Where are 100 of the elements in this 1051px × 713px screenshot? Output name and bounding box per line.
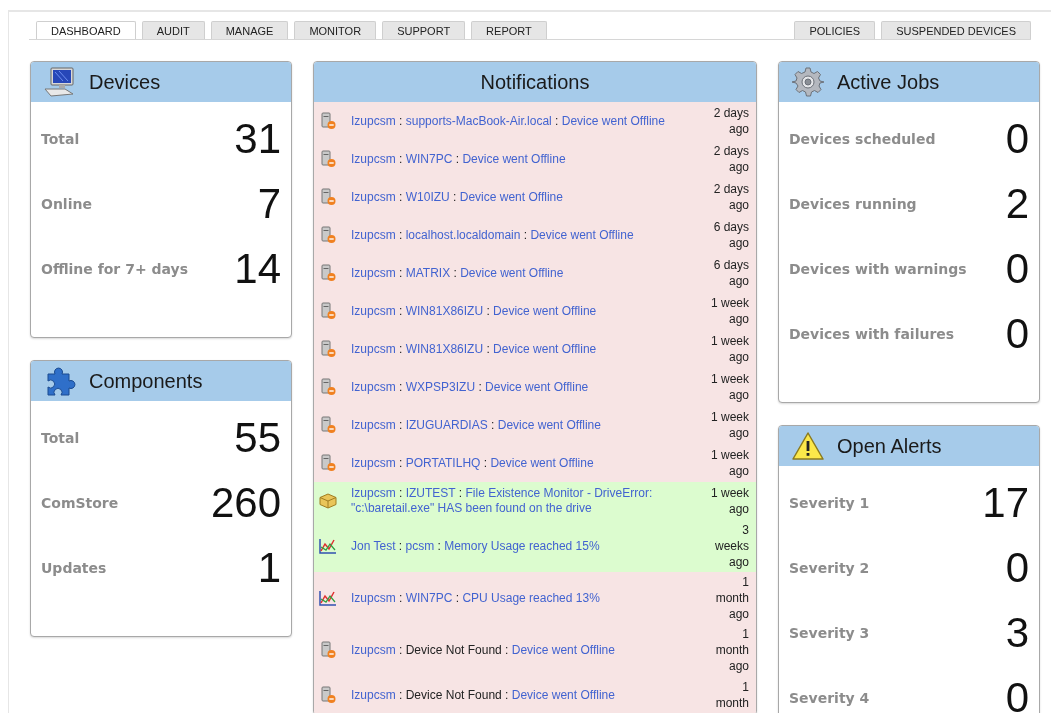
tab[interactable]: POLICIES bbox=[794, 21, 876, 39]
notification-row[interactable]: Izupcsm : PORTATILHQ : Device went Offline 1 week ago bbox=[314, 444, 756, 482]
notification-time: 2 days ago bbox=[712, 143, 749, 175]
package-icon bbox=[319, 493, 337, 509]
notification-time: 1 week ago bbox=[709, 485, 749, 517]
stat-label: Devices scheduled bbox=[789, 130, 936, 147]
notification-time: 1 month ago bbox=[714, 574, 749, 622]
stat-label: ComStore bbox=[41, 494, 119, 511]
notification-row[interactable]: Izupcsm : WIN81X86IZU : Device went Offline 1 week ago bbox=[314, 292, 756, 330]
notification-link[interactable]: Izupcsm : IZUGUARDIAS : Device went Offline bbox=[351, 417, 693, 433]
stat-value: 0 bbox=[1005, 543, 1029, 592]
stat-value: 3 bbox=[1005, 608, 1029, 657]
notification-time: 1 week ago bbox=[709, 295, 749, 327]
notification-time: 2 days ago bbox=[712, 181, 749, 213]
tab[interactable]: SUSPENDED DEVICES bbox=[881, 21, 1031, 39]
panel-title: Notifications bbox=[480, 70, 590, 94]
gear-icon bbox=[791, 66, 825, 98]
stat-label: Online bbox=[41, 195, 92, 212]
server-offline-icon bbox=[319, 112, 337, 130]
monitor-icon bbox=[43, 67, 77, 97]
stat-value: 0 bbox=[1005, 244, 1029, 293]
notification-time: 6 days ago bbox=[712, 219, 749, 251]
tab[interactable]: MONITOR bbox=[294, 21, 377, 39]
stat-label: Severity 3 bbox=[789, 624, 870, 641]
tab[interactable]: DASHBOARD bbox=[36, 21, 136, 39]
tab[interactable]: SUPPORT bbox=[382, 21, 466, 39]
notification-link[interactable]: Izupcsm : W10IZU : Device went Offline bbox=[351, 189, 693, 205]
stat-value: 260 bbox=[210, 478, 281, 527]
notification-link[interactable]: Jon Test : pcsm : Memory Usage reached 15% bbox=[351, 538, 693, 554]
notification-time: 1 week ago bbox=[709, 447, 749, 479]
stat-label: Offline for 7+ days bbox=[41, 260, 188, 277]
stat-value: 0 bbox=[1005, 309, 1029, 358]
notification-row[interactable]: Izupcsm : IZUGUARDIAS : Device went Offline 1 week ago bbox=[314, 406, 756, 444]
notification-row[interactable]: Izupcsm : Device Not Found : Device went Offline 1 month ago bbox=[314, 624, 756, 676]
notification-row[interactable]: Izupcsm : WIN81X86IZU : Device went Offline 1 week ago bbox=[314, 330, 756, 368]
notification-link[interactable]: Izupcsm : IZUTEST : File Existence Monitor - DriveError: "c:\baretail.exe" HAS been found on the drive bbox=[351, 486, 693, 516]
server-offline-icon bbox=[319, 150, 337, 168]
server-offline-icon bbox=[319, 641, 337, 659]
server-offline-icon bbox=[319, 226, 337, 244]
chart-icon bbox=[319, 538, 337, 554]
server-offline-icon bbox=[319, 454, 337, 472]
notification-time: 1 month ago bbox=[714, 626, 749, 674]
notification-link[interactable]: Izupcsm : WIN7PC : Device went Offline bbox=[351, 151, 693, 167]
stat-label: Severity 4 bbox=[789, 689, 870, 706]
server-offline-icon bbox=[319, 378, 337, 396]
notification-link[interactable]: Izupcsm : supports-MacBook-Air.local : Device went Offline bbox=[351, 113, 693, 129]
stat-value: 0 bbox=[1005, 114, 1029, 163]
stat-label: Total bbox=[41, 429, 80, 446]
stat-label: Updates bbox=[41, 559, 107, 576]
panel-title: Open Alerts bbox=[837, 434, 942, 458]
server-offline-icon bbox=[319, 188, 337, 206]
panel-title: Components bbox=[89, 369, 203, 393]
notification-link[interactable]: Izupcsm : WIN7PC : CPU Usage reached 13% bbox=[351, 590, 693, 606]
notification-row[interactable]: Izupcsm : WIN7PC : CPU Usage reached 13% 1 month ago bbox=[314, 572, 756, 624]
notification-row[interactable]: Izupcsm : Device Not Found : Device went Offline 1 month bbox=[314, 676, 756, 713]
warning-icon bbox=[791, 431, 825, 461]
notification-row[interactable]: Izupcsm : W10IZU : Device went Offline 2 days ago bbox=[314, 178, 756, 216]
stat-label: Total bbox=[41, 130, 80, 147]
stat-value: 7 bbox=[257, 179, 281, 228]
stat-label: Devices with warnings bbox=[789, 260, 967, 277]
notification-row[interactable]: Izupcsm : supports-MacBook-Air.local : Device went Offline 2 days ago bbox=[314, 102, 756, 140]
notification-link[interactable]: Izupcsm : localhost.localdomain : Device went Offline bbox=[351, 227, 693, 243]
stat-value: 17 bbox=[982, 478, 1029, 527]
stat-label: Severity 2 bbox=[789, 559, 870, 576]
notification-row[interactable]: Izupcsm : MATRIX : Device went Offline 6 days ago bbox=[314, 254, 756, 292]
tab[interactable]: MANAGE bbox=[210, 21, 289, 39]
tab[interactable]: REPORT bbox=[471, 21, 547, 39]
tab[interactable]: AUDIT bbox=[141, 21, 205, 39]
server-offline-icon bbox=[319, 340, 337, 358]
notification-time: 2 days ago bbox=[712, 105, 749, 137]
notification-link[interactable]: Izupcsm : WIN81X86IZU : Device went Offline bbox=[351, 341, 693, 357]
notification-link[interactable]: Izupcsm : PORTATILHQ : Device went Offline bbox=[351, 455, 693, 471]
stat-value: 0 bbox=[1005, 673, 1029, 713]
notification-time: 6 days ago bbox=[712, 257, 749, 289]
stat-label: Devices running bbox=[789, 195, 917, 212]
notification-row[interactable]: Izupcsm : localhost.localdomain : Device went Offline 6 days ago bbox=[314, 216, 756, 254]
notification-time: 3 weeks ago bbox=[714, 522, 749, 570]
stat-value: 14 bbox=[234, 244, 281, 293]
notification-link[interactable]: Izupcsm : Device Not Found : Device went Offline bbox=[351, 642, 693, 658]
stat-label: Severity 1 bbox=[789, 494, 870, 511]
notification-time: 1 week ago bbox=[709, 409, 749, 441]
stat-value: 2 bbox=[1005, 179, 1029, 228]
panel-title: Active Jobs bbox=[837, 70, 940, 94]
notification-link[interactable]: Izupcsm : WXPSP3IZU : Device went Offline bbox=[351, 379, 693, 395]
server-offline-icon bbox=[319, 264, 337, 282]
notification-link[interactable]: Izupcsm : Device Not Found : Device went Offline bbox=[351, 687, 693, 703]
stat-value: 1 bbox=[257, 543, 281, 592]
notification-row[interactable]: Jon Test : pcsm : Memory Usage reached 15% 3 weeks ago bbox=[314, 520, 756, 572]
notification-link[interactable]: Izupcsm : MATRIX : Device went Offline bbox=[351, 265, 693, 281]
notification-time: 1 month bbox=[714, 679, 749, 711]
stat-value: 55 bbox=[234, 413, 281, 462]
server-offline-icon bbox=[319, 302, 337, 320]
panel-title: Devices bbox=[89, 70, 161, 94]
chart-icon bbox=[319, 590, 337, 606]
notification-link[interactable]: Izupcsm : WIN81X86IZU : Device went Offline bbox=[351, 303, 693, 319]
notification-row[interactable]: Izupcsm : WIN7PC : Device went Offline 2 days ago bbox=[314, 140, 756, 178]
notification-time: 1 week ago bbox=[709, 371, 749, 403]
notification-row[interactable]: Izupcsm : IZUTEST : File Existence Monitor - DriveError: "c:\baretail.exe" HAS been found on the drive 1 week ago bbox=[314, 482, 756, 520]
server-offline-icon bbox=[319, 416, 337, 434]
notification-row[interactable]: Izupcsm : WXPSP3IZU : Device went Offline 1 week ago bbox=[314, 368, 756, 406]
